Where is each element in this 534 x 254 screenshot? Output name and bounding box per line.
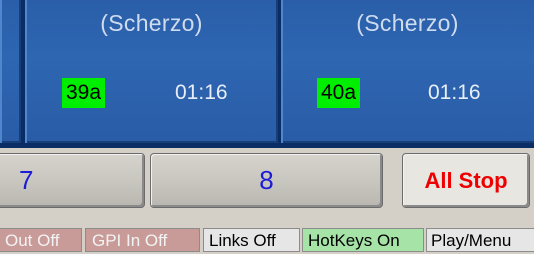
cart-panel-area: (Scherzo) 39a 01:16 (Scherzo) 40a 01:16 [0,0,534,148]
cart-title: (Scherzo) [100,10,203,36]
status-out-toggle[interactable]: Out Off [0,228,82,252]
page-7-button[interactable]: 7 [0,153,145,208]
cart-duration: 01:16 [175,81,228,104]
cart-button-39a[interactable]: (Scherzo) 39a 01:16 [25,0,278,143]
status-bar: Out Off GPI In Off Links Off HotKeys On … [0,226,534,254]
cart-partial-left[interactable] [0,0,21,143]
all-stop-button[interactable]: All Stop [402,153,530,208]
status-gpi-in-toggle[interactable]: GPI In Off [85,228,200,252]
status-play-menu-toggle[interactable]: Play/Menu [426,228,534,252]
cart-number-badge: 39a [62,78,106,108]
status-links-toggle[interactable]: Links Off [203,228,300,252]
page-8-button[interactable]: 8 [150,153,383,208]
status-hotkeys-toggle[interactable]: HotKeys On [302,228,424,252]
cart-title: (Scherzo) [356,10,459,36]
cart-button-40a[interactable]: (Scherzo) 40a 01:16 [281,0,534,143]
cart-duration: 01:16 [428,81,481,104]
cart-player-window: (Scherzo) 39a 01:16 (Scherzo) 40a 01:16 … [0,0,534,254]
cart-number-badge: 40a [317,78,361,108]
